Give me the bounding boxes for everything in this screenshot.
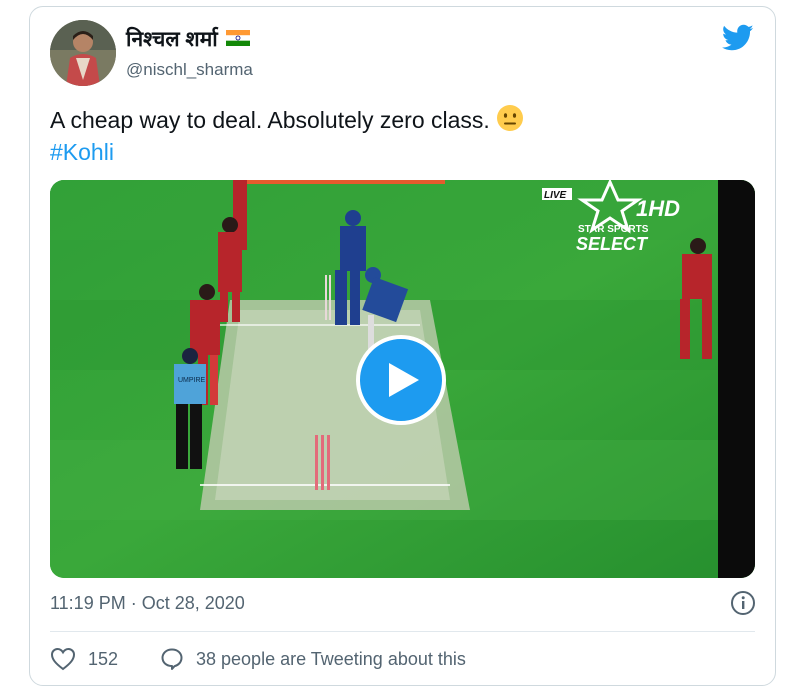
tweet-timestamp[interactable]: 11:19 PM · Oct 28, 2020	[50, 592, 245, 614]
speech-bubble-icon	[161, 648, 183, 670]
broadcast-live: LIVE	[544, 190, 567, 201]
heart-icon	[50, 647, 76, 671]
india-flag-icon	[225, 28, 250, 52]
tweeting-about-text: 38 people are Tweeting about this	[196, 648, 466, 669]
tweet-text-row: A cheap way to deal. Absolutely zero cla…	[50, 104, 524, 135]
hashtag-link[interactable]: #Kohli	[50, 137, 114, 167]
broadcast-channel: 1HD	[636, 196, 680, 221]
broadcast-select: SELECT	[576, 234, 649, 254]
neutral-face-emoji-icon	[496, 104, 524, 132]
user-handle[interactable]: @nischl_sharma	[126, 60, 253, 80]
like-button[interactable]: 152	[50, 646, 118, 672]
tweet-text: A cheap way to deal. Absolutely zero cla…	[50, 107, 490, 133]
like-count: 152	[88, 648, 119, 669]
info-icon[interactable]	[730, 590, 756, 616]
divider	[50, 631, 755, 632]
play-icon	[389, 363, 419, 397]
display-name[interactable]: निश्चल शर्मा	[126, 28, 218, 51]
display-name-row[interactable]: निश्चल शर्मा	[126, 28, 250, 52]
video-player[interactable]: UMPIRE LIVE 1HD STAR SPORTS SELECT	[50, 180, 755, 578]
umpire-label: UMPIRE	[178, 377, 206, 384]
twitter-bird-icon[interactable]	[721, 24, 754, 52]
play-button[interactable]	[356, 335, 446, 425]
avatar[interactable]	[50, 20, 116, 86]
conversation-link[interactable]: 38 people are Tweeting about this	[160, 646, 466, 672]
